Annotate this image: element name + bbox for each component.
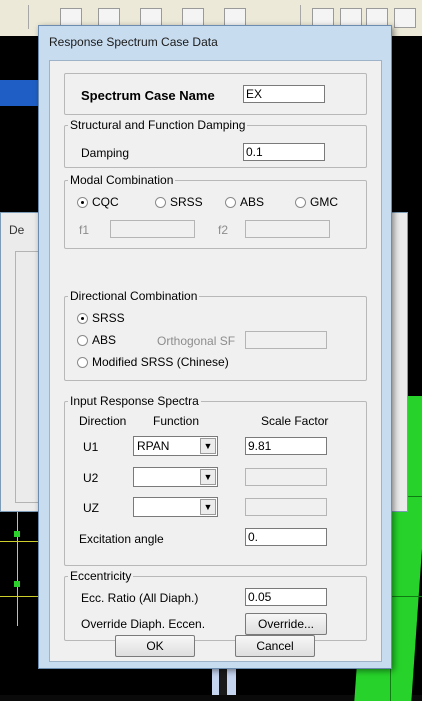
override-button[interactable]: Override... <box>245 613 327 635</box>
radio-label: ABS <box>92 333 117 347</box>
dialog-body: Spectrum Case Name EX Structural and Fun… <box>49 60 382 662</box>
f1-field[interactable] <box>110 220 195 238</box>
radio-label: GMC <box>310 195 338 209</box>
radio-label: CQC <box>92 195 119 209</box>
modal-combination-title: Modal Combination <box>70 173 174 187</box>
function-header: Function <box>153 414 200 428</box>
spectrum-case-name-field[interactable]: EX <box>243 85 325 103</box>
scale-u1-field[interactable]: 9.81 <box>245 437 327 455</box>
directional-combination-group: Directional Combination SRSS ABS Orthogo… <box>64 289 367 381</box>
chevron-down-icon[interactable]: ▼ <box>200 438 216 454</box>
radio-indicator <box>155 196 166 208</box>
modal-combination-group: Modal Combination CQC SRSS ABS GMC f1 f2 <box>64 173 367 249</box>
ecc-ratio-label: Ecc. Ratio (All Diaph.) <box>81 591 199 605</box>
radio-indicator <box>77 356 88 368</box>
radio-indicator <box>77 334 88 346</box>
grid-line <box>0 596 38 597</box>
damping-group-title: Structural and Function Damping <box>70 118 246 132</box>
grid-line <box>17 506 18 626</box>
direction-uz-label: UZ <box>83 501 99 515</box>
input-spectra-title: Input Response Spectra <box>70 394 199 408</box>
orthogonal-sf-label: Orthogonal SF <box>157 334 236 348</box>
select-value: RPAN <box>137 439 170 453</box>
scale-u2-field[interactable] <box>245 468 327 486</box>
direction-u1-label: U1 <box>83 440 99 454</box>
radio-cqc[interactable]: CQC <box>77 195 119 209</box>
cancel-button[interactable]: Cancel <box>235 635 315 657</box>
damping-field[interactable]: 0.1 <box>243 143 325 161</box>
spectrum-case-name-label: Spectrum Case Name <box>81 88 215 103</box>
damping-group: Structural and Function Damping Damping … <box>64 118 367 168</box>
toolbar-separator <box>28 5 29 29</box>
eccentricity-group: Eccentricity Ecc. Ratio (All Diaph.) 0.0… <box>64 569 367 641</box>
dialog-title: Response Spectrum Case Data <box>49 35 218 49</box>
response-spectrum-dialog: Response Spectrum Case Data Spectrum Cas… <box>38 25 392 669</box>
chevron-down-icon[interactable]: ▼ <box>200 469 216 485</box>
damping-label: Damping <box>81 146 130 160</box>
spectrum-name-group: Spectrum Case Name EX <box>64 73 367 115</box>
background-dialog-title: De <box>9 223 25 237</box>
function-u2-select[interactable]: ▼ <box>133 467 218 487</box>
radio-indicator <box>295 196 306 208</box>
radio-indicator <box>77 312 88 324</box>
grid-line <box>0 541 38 542</box>
radio-label: ABS <box>240 195 265 209</box>
radio-label: SRSS <box>170 195 203 209</box>
radio-label: SRSS <box>92 311 125 325</box>
scale-uz-field[interactable] <box>245 498 327 516</box>
radio-label: Modified SRSS (Chinese) <box>92 355 229 369</box>
orthogonal-sf-field[interactable] <box>245 331 327 349</box>
ecc-ratio-field[interactable]: 0.05 <box>245 588 327 606</box>
radio-dir-abs[interactable]: ABS <box>77 333 116 347</box>
scale-factor-header: Scale Factor <box>261 414 329 428</box>
directional-combination-title: Directional Combination <box>70 289 198 303</box>
f2-label: f2 <box>218 223 229 237</box>
override-diaph-label: Override Diaph. Eccen. <box>81 617 206 631</box>
radio-srss[interactable]: SRSS <box>155 195 203 209</box>
radio-dir-srss[interactable]: SRSS <box>77 311 125 325</box>
eccentricity-title: Eccentricity <box>70 569 132 583</box>
joint-marker <box>14 531 20 537</box>
radio-indicator <box>77 196 88 208</box>
chevron-down-icon[interactable]: ▼ <box>200 499 216 515</box>
canvas-title-bar <box>0 80 40 106</box>
excitation-angle-field[interactable]: 0. <box>245 528 327 546</box>
input-response-spectra-group: Input Response Spectra Direction Functio… <box>64 394 367 566</box>
radio-gmc[interactable]: GMC <box>295 195 338 209</box>
radio-dir-modified-srss[interactable]: Modified SRSS (Chinese) <box>77 355 229 369</box>
radio-indicator <box>225 196 236 208</box>
direction-u2-label: U2 <box>83 471 99 485</box>
function-u1-select[interactable]: RPAN ▼ <box>133 436 218 456</box>
joint-marker <box>14 581 20 587</box>
ok-button[interactable]: OK <box>115 635 195 657</box>
function-uz-select[interactable]: ▼ <box>133 497 218 517</box>
radio-abs[interactable]: ABS <box>225 195 264 209</box>
f1-label: f1 <box>79 223 90 237</box>
toolbar-button[interactable] <box>394 8 416 28</box>
direction-header: Direction <box>79 414 127 428</box>
f2-field[interactable] <box>245 220 330 238</box>
excitation-angle-label: Excitation angle <box>79 532 164 546</box>
